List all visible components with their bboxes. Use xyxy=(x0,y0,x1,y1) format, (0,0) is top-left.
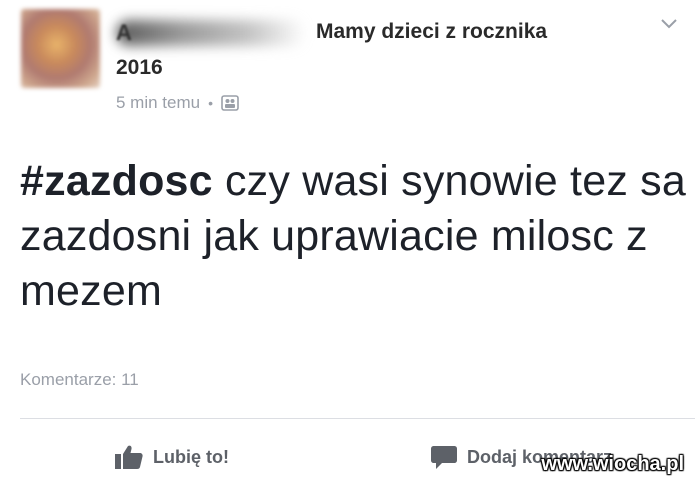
group-name-link[interactable]: Mamy dzieci z rocznika xyxy=(316,20,547,44)
like-label: Lubię to! xyxy=(153,446,229,467)
comments-count[interactable]: Komentarze: 11 xyxy=(20,370,139,390)
divider xyxy=(20,418,695,419)
hashtag-link[interactable]: #zazdosc xyxy=(20,157,213,205)
post-meta: 5 min temu • xyxy=(116,93,239,113)
author-avatar[interactable] xyxy=(21,9,100,88)
speech-bubble-icon xyxy=(431,446,457,469)
like-button[interactable]: Lubię to! xyxy=(114,444,229,470)
watermark: www.wiocha.pl xyxy=(541,453,684,475)
group-name-year[interactable]: 2016 xyxy=(116,56,163,80)
chevron-down-icon[interactable] xyxy=(654,12,684,36)
thumbs-up-icon xyxy=(115,445,143,469)
author-name-initial: A xyxy=(116,20,132,45)
post-body: #zazdosc czy wasi synowie tez sa zazdosn… xyxy=(20,154,690,319)
meta-separator: • xyxy=(208,95,213,111)
timestamp[interactable]: 5 min temu xyxy=(116,93,200,113)
group-icon xyxy=(221,95,239,111)
author-name-blurred[interactable] xyxy=(116,20,306,46)
